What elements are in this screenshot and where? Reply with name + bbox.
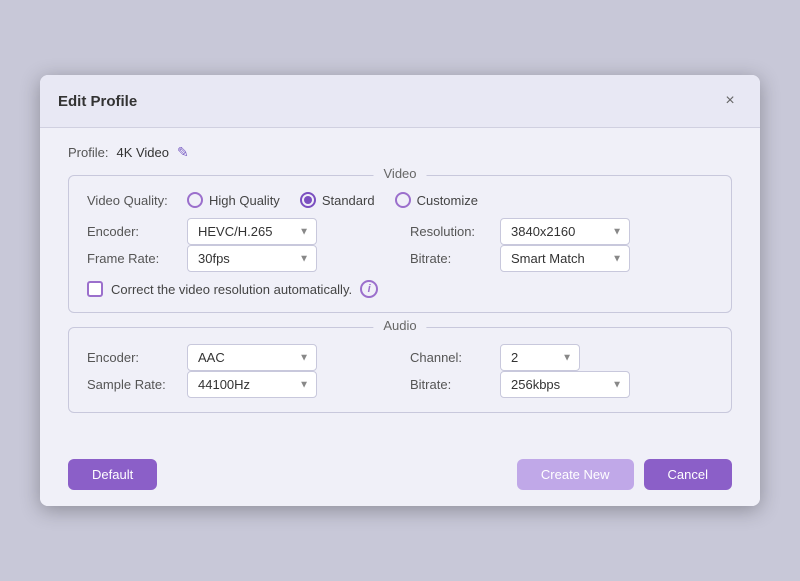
channel-col: Channel: 2 1 6 ▼	[390, 344, 713, 371]
channel-row: Channel: 2 1 6 ▼	[410, 344, 713, 371]
channel-select-wrapper: 2 1 6 ▼	[500, 344, 580, 371]
footer: Default Create New Cancel	[40, 447, 760, 506]
sample-rate-col: Sample Rate: 44100Hz 48000Hz 22050Hz ▼	[87, 371, 390, 398]
video-bitrate-select-wrapper: Smart Match Custom Auto ▼	[500, 245, 630, 272]
encoder-resolution-row: Encoder: HEVC/H.265 H.264 AVI MPEG-2 ▼	[87, 218, 713, 245]
info-icon[interactable]: i	[360, 280, 378, 298]
radio-circle-standard	[300, 192, 316, 208]
video-section: Video Video Quality: High Quality Standa…	[68, 175, 732, 313]
radio-circle-high	[187, 192, 203, 208]
frame-rate-row: Frame Rate: 30fps 60fps 24fps 25fps ▼	[87, 245, 390, 272]
radio-circle-customize	[395, 192, 411, 208]
frame-rate-select[interactable]: 30fps 60fps 24fps 25fps	[187, 245, 317, 272]
resolution-label: Resolution:	[410, 224, 490, 239]
radio-label-customize: Customize	[417, 193, 478, 208]
profile-name: 4K Video	[116, 145, 169, 160]
quality-radio-group: High Quality Standard Customize	[187, 192, 713, 208]
video-bitrate-select[interactable]: Smart Match Custom Auto	[500, 245, 630, 272]
video-encoder-select-wrapper: HEVC/H.265 H.264 AVI MPEG-2 ▼	[187, 218, 317, 245]
sample-rate-label: Sample Rate:	[87, 377, 177, 392]
profile-label: Profile:	[68, 145, 108, 160]
audio-section-title: Audio	[373, 318, 426, 333]
auto-correct-label: Correct the video resolution automatical…	[111, 282, 352, 297]
auto-correct-checkbox[interactable]	[87, 281, 103, 297]
video-bitrate-col: Bitrate: Smart Match Custom Auto ▼	[390, 245, 713, 272]
audio-encoder-channel-row: Encoder: AAC MP3 AC3 ▼ Channel	[87, 344, 713, 371]
channel-label: Channel:	[410, 350, 490, 365]
audio-encoder-col: Encoder: AAC MP3 AC3 ▼	[87, 344, 390, 371]
close-button[interactable]: ×	[718, 89, 742, 113]
frame-rate-select-wrapper: 30fps 60fps 24fps 25fps ▼	[187, 245, 317, 272]
cancel-button[interactable]: Cancel	[644, 459, 732, 490]
footer-right-buttons: Create New Cancel	[517, 459, 732, 490]
audio-bitrate-row: Bitrate: 256kbps 128kbps 192kbps 320kbps…	[410, 371, 713, 398]
dialog-title: Edit Profile	[58, 93, 137, 110]
auto-correct-row: Correct the video resolution automatical…	[87, 280, 713, 298]
audio-bitrate-label: Bitrate:	[410, 377, 490, 392]
edit-profile-dialog: Edit Profile × Profile: 4K Video ✎ Video…	[40, 75, 760, 506]
radio-label-standard: Standard	[322, 193, 375, 208]
video-encoder-label: Encoder:	[87, 224, 177, 239]
radio-high-quality[interactable]: High Quality	[187, 192, 280, 208]
samplerate-bitrate-row: Sample Rate: 44100Hz 48000Hz 22050Hz ▼	[87, 371, 713, 398]
sample-rate-row: Sample Rate: 44100Hz 48000Hz 22050Hz ▼	[87, 371, 390, 398]
resolution-select[interactable]: 3840x2160 1920x1080 1280x720 720x480	[500, 218, 630, 245]
framerate-col: Frame Rate: 30fps 60fps 24fps 25fps ▼	[87, 245, 390, 272]
audio-section: Audio Encoder: AAC MP3 AC3 ▼	[68, 327, 732, 413]
channel-select[interactable]: 2 1 6	[500, 344, 580, 371]
sample-rate-select[interactable]: 44100Hz 48000Hz 22050Hz	[187, 371, 317, 398]
video-encoder-select[interactable]: HEVC/H.265 H.264 AVI MPEG-2	[187, 218, 317, 245]
framerate-bitrate-row: Frame Rate: 30fps 60fps 24fps 25fps ▼	[87, 245, 713, 272]
dialog-body: Profile: 4K Video ✎ Video Video Quality:…	[40, 128, 760, 447]
audio-encoder-label: Encoder:	[87, 350, 177, 365]
create-new-button[interactable]: Create New	[517, 459, 634, 490]
title-bar: Edit Profile ×	[40, 75, 760, 128]
profile-row: Profile: 4K Video ✎	[68, 144, 732, 161]
encoder-row: Encoder: HEVC/H.265 H.264 AVI MPEG-2 ▼	[87, 218, 390, 245]
video-section-title: Video	[373, 166, 426, 181]
frame-rate-label: Frame Rate:	[87, 251, 177, 266]
audio-bitrate-select[interactable]: 256kbps 128kbps 192kbps 320kbps	[500, 371, 630, 398]
resolution-row: Resolution: 3840x2160 1920x1080 1280x720…	[410, 218, 713, 245]
resolution-col: Resolution: 3840x2160 1920x1080 1280x720…	[390, 218, 713, 245]
quality-row: Video Quality: High Quality Standard Cus…	[87, 192, 713, 208]
audio-bitrate-select-wrapper: 256kbps 128kbps 192kbps 320kbps ▼	[500, 371, 630, 398]
audio-encoder-row: Encoder: AAC MP3 AC3 ▼	[87, 344, 390, 371]
audio-bitrate-col: Bitrate: 256kbps 128kbps 192kbps 320kbps…	[390, 371, 713, 398]
resolution-select-wrapper: 3840x2160 1920x1080 1280x720 720x480 ▼	[500, 218, 630, 245]
radio-label-high: High Quality	[209, 193, 280, 208]
default-button[interactable]: Default	[68, 459, 157, 490]
radio-customize[interactable]: Customize	[395, 192, 478, 208]
encoder-col: Encoder: HEVC/H.265 H.264 AVI MPEG-2 ▼	[87, 218, 390, 245]
radio-standard[interactable]: Standard	[300, 192, 375, 208]
audio-encoder-select-wrapper: AAC MP3 AC3 ▼	[187, 344, 317, 371]
quality-label: Video Quality:	[87, 193, 177, 208]
sample-rate-select-wrapper: 44100Hz 48000Hz 22050Hz ▼	[187, 371, 317, 398]
video-bitrate-row: Bitrate: Smart Match Custom Auto ▼	[410, 245, 713, 272]
audio-encoder-select[interactable]: AAC MP3 AC3	[187, 344, 317, 371]
edit-profile-icon[interactable]: ✎	[177, 144, 189, 161]
video-bitrate-label: Bitrate:	[410, 251, 490, 266]
